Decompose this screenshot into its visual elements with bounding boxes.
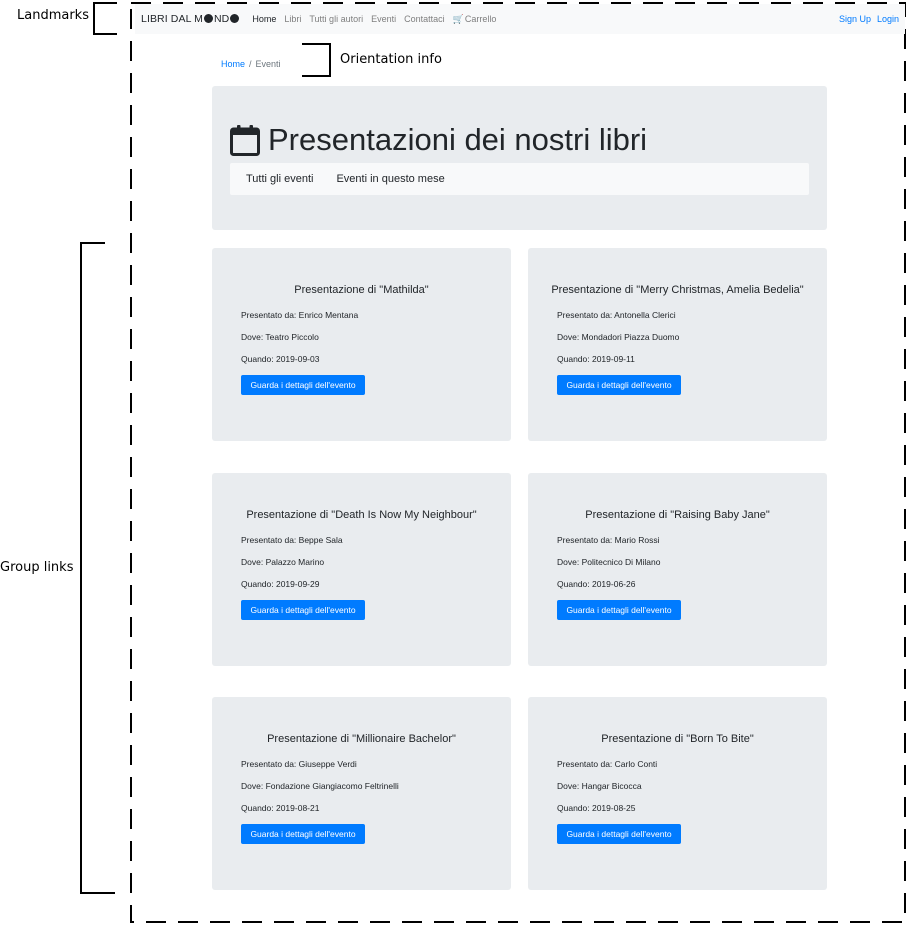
event-date: Quando: 2019-08-25 xyxy=(557,803,636,813)
nav-contattaci[interactable]: Contattaci xyxy=(404,14,445,24)
event-location: Dove: Teatro Piccolo xyxy=(241,332,319,342)
event-details-button[interactable]: Guarda i dettagli dell'evento xyxy=(241,600,365,620)
event-presenter: Presentato da: Beppe Sala xyxy=(241,535,343,545)
page-title-text: Presentazioni dei nostri libri xyxy=(268,122,648,157)
event-date: Quando: 2019-09-03 xyxy=(241,354,320,364)
event-details-button[interactable]: Guarda i dettagli dell'evento xyxy=(241,824,365,844)
breadcrumb: Home / Eventi xyxy=(221,59,281,69)
nav-autori[interactable]: Tutti gli autori xyxy=(309,14,363,24)
globe-icon xyxy=(230,14,240,23)
tab-month-events[interactable]: Eventi in questo mese xyxy=(336,173,444,185)
event-title: Presentazione di "Raising Baby Jane" xyxy=(585,509,770,521)
nav-libri[interactable]: Libri xyxy=(284,14,301,24)
event-details-button[interactable]: Guarda i dettagli dell'evento xyxy=(557,824,681,844)
event-title: Presentazione di "Mathilda" xyxy=(294,284,429,296)
event-presenter: Presentato da: Mario Rossi xyxy=(557,535,660,545)
breadcrumb-separator: / xyxy=(249,59,252,69)
page-header-panel: Presentazioni dei nostri libri Tutti gli… xyxy=(212,86,827,230)
event-title: Presentazione di "Millionaire Bachelor" xyxy=(267,733,456,745)
event-location: Dove: Mondadori Piazza Duomo xyxy=(557,332,680,342)
events-filter-nav: Tutti gli eventi Eventi in questo mese xyxy=(230,163,809,195)
breadcrumb-current: Eventi xyxy=(255,59,281,69)
event-date: Quando: 2019-08-21 xyxy=(241,803,320,813)
calendar-icon xyxy=(230,125,260,156)
group-links-annotation: Group links xyxy=(0,560,74,575)
login-link[interactable]: Login xyxy=(877,14,899,24)
landmarks-annotation: Landmarks xyxy=(17,8,89,23)
event-card: Presentazione di "Millionaire Bachelor" … xyxy=(212,697,511,890)
globe-icon xyxy=(203,14,213,23)
breadcrumb-home[interactable]: Home xyxy=(221,59,245,69)
event-location: Dove: Hangar Bicocca xyxy=(557,781,642,791)
cart-icon: 🛒 xyxy=(452,13,464,24)
event-title: Presentazione di "Merry Christmas, Ameli… xyxy=(551,284,804,296)
event-title: Presentazione di "Death Is Now My Neighb… xyxy=(246,509,477,521)
event-card: Presentazione di "Death Is Now My Neighb… xyxy=(212,473,511,666)
event-presenter: Presentato da: Enrico Mentana xyxy=(241,310,359,320)
event-presenter: Presentato da: Antonella Clerici xyxy=(557,310,676,320)
event-card: Presentazione di "Mathilda" Presentato d… xyxy=(212,248,511,441)
nav-home[interactable]: Home xyxy=(252,14,276,24)
event-card: Presentazione di "Born To Bite" Presenta… xyxy=(528,697,827,890)
event-details-button[interactable]: Guarda i dettagli dell'evento xyxy=(557,375,681,395)
event-presenter: Presentato da: Giuseppe Verdi xyxy=(241,759,357,769)
event-date: Quando: 2019-09-11 xyxy=(557,354,635,364)
brand-logo[interactable]: LIBRI DAL M ND xyxy=(141,13,240,25)
event-card: Presentazione di "Merry Christmas, Ameli… xyxy=(528,248,827,441)
event-date: Quando: 2019-06-26 xyxy=(557,579,636,589)
event-location: Dove: Politecnico Di Milano xyxy=(557,557,661,567)
event-details-button[interactable]: Guarda i dettagli dell'evento xyxy=(241,375,365,395)
event-card: Presentazione di "Raising Baby Jane" Pre… xyxy=(528,473,827,666)
top-navbar: LIBRI DAL M ND Home Libri Tutti gli autor… xyxy=(135,4,905,34)
tab-all-events[interactable]: Tutti gli eventi xyxy=(246,173,313,185)
nav-eventi[interactable]: Eventi xyxy=(371,14,396,24)
event-presenter: Presentato da: Carlo Conti xyxy=(557,759,658,769)
event-details-button[interactable]: Guarda i dettagli dell'evento xyxy=(557,600,681,620)
event-title: Presentazione di "Born To Bite" xyxy=(601,733,754,745)
event-location: Dove: Palazzo Marino xyxy=(241,557,325,567)
page-title: Presentazioni dei nostri libri xyxy=(230,122,647,158)
event-location: Dove: Fondazione Giangiacomo Feltrinelli xyxy=(241,781,399,791)
nav-carrello[interactable]: 🛒Carrello xyxy=(453,14,497,25)
signup-link[interactable]: Sign Up xyxy=(839,14,871,24)
event-date: Quando: 2019-09-29 xyxy=(241,579,320,589)
auth-links: Sign Up Login xyxy=(833,4,899,34)
